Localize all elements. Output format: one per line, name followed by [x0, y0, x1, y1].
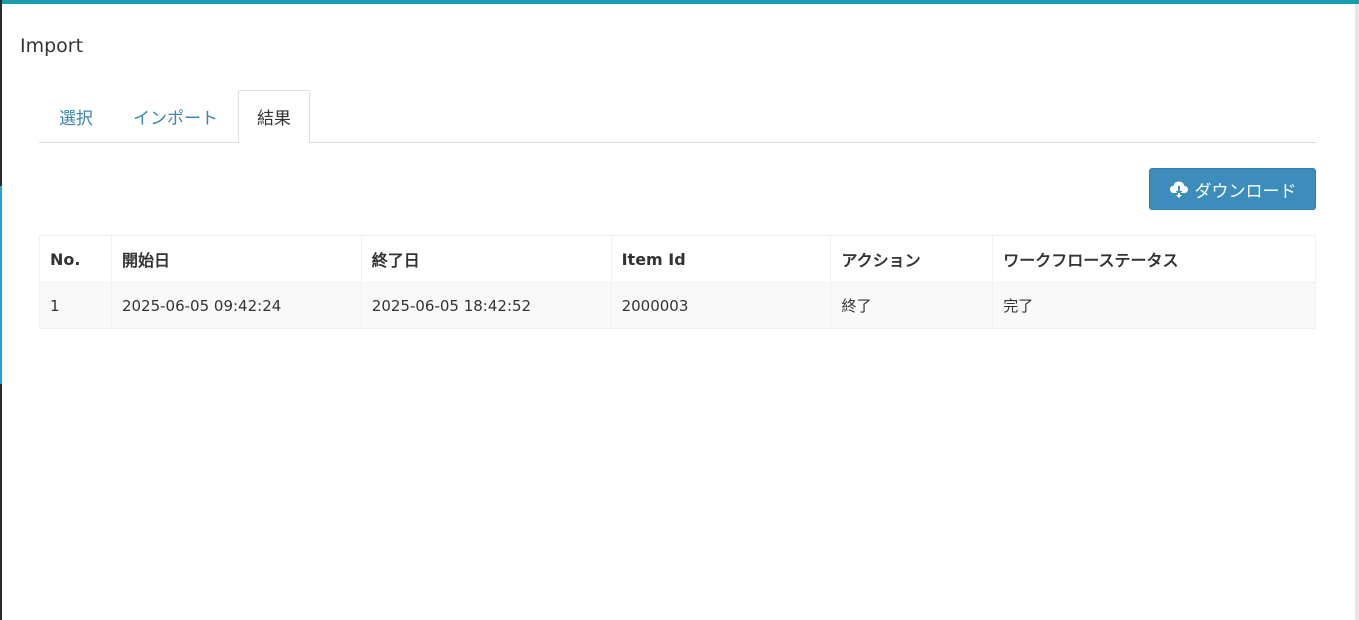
header-no: No.	[39, 235, 112, 283]
header-action: アクション	[830, 235, 994, 283]
tab-import[interactable]: インポート	[113, 90, 238, 142]
cell-start-date: 2025-06-05 09:42:24	[110, 282, 362, 329]
top-accent-bar	[0, 0, 1359, 4]
left-border-highlight	[0, 186, 2, 384]
header-start-date: 開始日	[110, 235, 362, 283]
right-scroll-edge	[1355, 4, 1359, 620]
tab-select[interactable]: 選択	[39, 90, 113, 142]
cell-workflow-status: 完了	[992, 282, 1316, 329]
download-button[interactable]: ダウンロード	[1149, 168, 1316, 210]
page-title: Import	[20, 35, 84, 57]
download-button-label: ダウンロード	[1194, 181, 1297, 202]
table-header-row: No. 開始日 終了日 Item Id アクション ワークフローステータス	[39, 235, 1316, 283]
table-row: 1 2025-06-05 09:42:24 2025-06-05 18:42:5…	[39, 282, 1316, 329]
tab-bar: 選択 インポート 結果	[39, 90, 1316, 143]
cell-no: 1	[39, 282, 112, 329]
cell-end-date: 2025-06-05 18:42:52	[360, 282, 612, 329]
tab-results[interactable]: 結果	[238, 90, 310, 143]
cell-action: 終了	[830, 282, 994, 329]
header-item-id: Item Id	[610, 235, 832, 283]
import-page: Import 選択 インポート 結果 ダウンロード No. 開始日 終了日 It…	[0, 0, 1359, 620]
header-workflow-status: ワークフローステータス	[992, 235, 1316, 283]
results-table: No. 開始日 終了日 Item Id アクション ワークフローステータス 1 …	[39, 235, 1316, 329]
cloud-download-icon	[1169, 180, 1189, 198]
header-end-date: 終了日	[360, 235, 612, 283]
cell-item-id: 2000003	[610, 282, 832, 329]
